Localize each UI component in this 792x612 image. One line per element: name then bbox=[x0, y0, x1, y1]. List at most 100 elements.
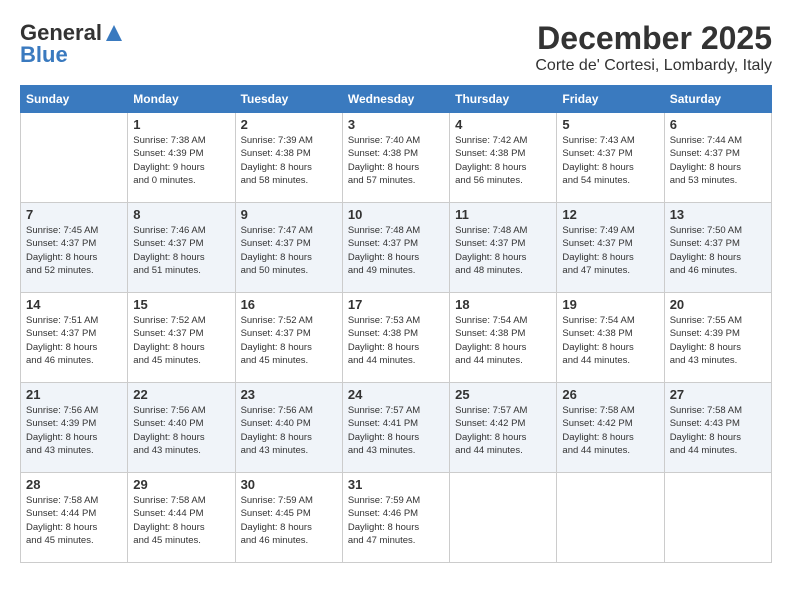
calendar-cell: 28Sunrise: 7:58 AMSunset: 4:44 PMDayligh… bbox=[21, 473, 128, 563]
day-number: 17 bbox=[348, 297, 444, 312]
day-detail: Sunrise: 7:48 AMSunset: 4:37 PMDaylight:… bbox=[348, 224, 444, 277]
day-number: 29 bbox=[133, 477, 229, 492]
calendar-cell: 20 Sunrise: 7:55 AMSunset: 4:39 PMDayligh… bbox=[664, 293, 771, 383]
calendar-cell: 16Sunrise: 7:52 AMSunset: 4:37 PMDayligh… bbox=[235, 293, 342, 383]
day-detail: Sunrise: 7:49 AMSunset: 4:37 PMDaylight:… bbox=[562, 224, 658, 277]
day-number: 9 bbox=[241, 207, 337, 222]
calendar-cell: 24 Sunrise: 7:57 AMSunset: 4:41 PMDayligh… bbox=[342, 383, 449, 473]
calendar-cell: 30 Sunrise: 7:59 AMSunset: 4:45 PMDayligh… bbox=[235, 473, 342, 563]
calendar-cell: 17 Sunrise: 7:53 AMSunset: 4:38 PMDayligh… bbox=[342, 293, 449, 383]
calendar-cell: 13 Sunrise: 7:50 AMSunset: 4:37 PMDayligh… bbox=[664, 203, 771, 293]
calendar-cell bbox=[664, 473, 771, 563]
title-block: December 2025 Corte de' Cortesi, Lombard… bbox=[535, 20, 772, 75]
day-number: 31 bbox=[348, 477, 444, 492]
column-header-monday: Monday bbox=[128, 86, 235, 113]
day-detail: Sunrise: 7:43 AMSunset: 4:37 PMDaylight:… bbox=[562, 134, 658, 187]
calendar-cell: 27Sunrise: 7:58 AMSunset: 4:43 PMDayligh… bbox=[664, 383, 771, 473]
calendar-table: SundayMondayTuesdayWednesdayThursdayFrid… bbox=[20, 85, 772, 563]
day-number: 22 bbox=[133, 387, 229, 402]
day-detail: Sunrise: 7:42 AMSunset: 4:38 PMDaylight:… bbox=[455, 134, 551, 187]
column-header-friday: Friday bbox=[557, 86, 664, 113]
calendar-cell: 12 Sunrise: 7:49 AMSunset: 4:37 PMDayligh… bbox=[557, 203, 664, 293]
column-header-tuesday: Tuesday bbox=[235, 86, 342, 113]
day-detail: Sunrise: 7:58 AMSunset: 4:42 PMDaylight:… bbox=[562, 404, 658, 457]
day-number: 23 bbox=[241, 387, 337, 402]
day-number: 27 bbox=[670, 387, 766, 402]
day-number: 28 bbox=[26, 477, 122, 492]
logo-blue: Blue bbox=[20, 42, 68, 68]
logo-icon bbox=[104, 23, 124, 43]
calendar-cell: 21Sunrise: 7:56 AMSunset: 4:39 PMDayligh… bbox=[21, 383, 128, 473]
page-header: General Blue December 2025 Corte de' Cor… bbox=[20, 20, 772, 75]
day-number: 20 bbox=[670, 297, 766, 312]
calendar-cell: 9 Sunrise: 7:47 AMSunset: 4:37 PMDaylight… bbox=[235, 203, 342, 293]
day-number: 14 bbox=[26, 297, 122, 312]
column-header-saturday: Saturday bbox=[664, 86, 771, 113]
day-number: 26 bbox=[562, 387, 658, 402]
day-number: 16 bbox=[241, 297, 337, 312]
calendar-cell: 23 Sunrise: 7:56 AMSunset: 4:40 PMDayligh… bbox=[235, 383, 342, 473]
calendar-cell: 18 Sunrise: 7:54 AMSunset: 4:38 PMDayligh… bbox=[450, 293, 557, 383]
day-number: 19 bbox=[562, 297, 658, 312]
calendar-cell: 10 Sunrise: 7:48 AMSunset: 4:37 PMDayligh… bbox=[342, 203, 449, 293]
logo: General Blue bbox=[20, 20, 124, 68]
day-number: 6 bbox=[670, 117, 766, 132]
calendar-cell: 31 Sunrise: 7:59 AMSunset: 4:46 PMDayligh… bbox=[342, 473, 449, 563]
calendar-cell: 5 Sunrise: 7:43 AMSunset: 4:37 PMDaylight… bbox=[557, 113, 664, 203]
day-number: 10 bbox=[348, 207, 444, 222]
day-number: 7 bbox=[26, 207, 122, 222]
day-detail: Sunrise: 7:56 AMSunset: 4:40 PMDaylight:… bbox=[241, 404, 337, 457]
day-number: 8 bbox=[133, 207, 229, 222]
day-detail: Sunrise: 7:47 AMSunset: 4:37 PMDaylight:… bbox=[241, 224, 337, 277]
day-detail: Sunrise: 7:52 AMSunset: 4:37 PMDaylight:… bbox=[133, 314, 229, 367]
day-number: 4 bbox=[455, 117, 551, 132]
calendar-cell bbox=[450, 473, 557, 563]
day-detail: Sunrise: 7:50 AMSunset: 4:37 PMDaylight:… bbox=[670, 224, 766, 277]
day-detail: Sunrise: 7:54 AMSunset: 4:38 PMDaylight:… bbox=[455, 314, 551, 367]
calendar-week-row: 14Sunrise: 7:51 AMSunset: 4:37 PMDayligh… bbox=[21, 293, 772, 383]
day-detail: Sunrise: 7:57 AMSunset: 4:42 PMDaylight:… bbox=[455, 404, 551, 457]
day-detail: Sunrise: 7:54 AMSunset: 4:38 PMDaylight:… bbox=[562, 314, 658, 367]
calendar-body: 1 Sunrise: 7:38 AMSunset: 4:39 PMDaylight… bbox=[21, 113, 772, 563]
day-number: 13 bbox=[670, 207, 766, 222]
day-detail: Sunrise: 7:40 AMSunset: 4:38 PMDaylight:… bbox=[348, 134, 444, 187]
calendar-week-row: 7Sunrise: 7:45 AMSunset: 4:37 PMDaylight… bbox=[21, 203, 772, 293]
calendar-header-row: SundayMondayTuesdayWednesdayThursdayFrid… bbox=[21, 86, 772, 113]
calendar-cell: 25Sunrise: 7:57 AMSunset: 4:42 PMDayligh… bbox=[450, 383, 557, 473]
day-detail: Sunrise: 7:59 AMSunset: 4:46 PMDaylight:… bbox=[348, 494, 444, 547]
calendar-cell: 19 Sunrise: 7:54 AMSunset: 4:38 PMDayligh… bbox=[557, 293, 664, 383]
day-detail: Sunrise: 7:39 AMSunset: 4:38 PMDaylight:… bbox=[241, 134, 337, 187]
day-number: 15 bbox=[133, 297, 229, 312]
day-detail: Sunrise: 7:56 AMSunset: 4:40 PMDaylight:… bbox=[133, 404, 229, 457]
day-number: 1 bbox=[133, 117, 229, 132]
day-detail: Sunrise: 7:57 AMSunset: 4:41 PMDaylight:… bbox=[348, 404, 444, 457]
month-title: December 2025 bbox=[535, 20, 772, 57]
calendar-week-row: 28Sunrise: 7:58 AMSunset: 4:44 PMDayligh… bbox=[21, 473, 772, 563]
calendar-cell: 3 Sunrise: 7:40 AMSunset: 4:38 PMDaylight… bbox=[342, 113, 449, 203]
day-number: 30 bbox=[241, 477, 337, 492]
day-number: 2 bbox=[241, 117, 337, 132]
column-header-sunday: Sunday bbox=[21, 86, 128, 113]
day-detail: Sunrise: 7:55 AMSunset: 4:39 PMDaylight:… bbox=[670, 314, 766, 367]
calendar-cell: 6 Sunrise: 7:44 AMSunset: 4:37 PMDaylight… bbox=[664, 113, 771, 203]
day-detail: Sunrise: 7:44 AMSunset: 4:37 PMDaylight:… bbox=[670, 134, 766, 187]
location-title: Corte de' Cortesi, Lombardy, Italy bbox=[535, 57, 772, 75]
day-detail: Sunrise: 7:38 AMSunset: 4:39 PMDaylight:… bbox=[133, 134, 229, 187]
day-detail: Sunrise: 7:53 AMSunset: 4:38 PMDaylight:… bbox=[348, 314, 444, 367]
calendar-cell: 1 Sunrise: 7:38 AMSunset: 4:39 PMDaylight… bbox=[128, 113, 235, 203]
calendar-week-row: 1 Sunrise: 7:38 AMSunset: 4:39 PMDaylight… bbox=[21, 113, 772, 203]
day-number: 3 bbox=[348, 117, 444, 132]
day-number: 18 bbox=[455, 297, 551, 312]
calendar-cell: 15 Sunrise: 7:52 AMSunset: 4:37 PMDayligh… bbox=[128, 293, 235, 383]
day-detail: Sunrise: 7:59 AMSunset: 4:45 PMDaylight:… bbox=[241, 494, 337, 547]
day-number: 11 bbox=[455, 207, 551, 222]
day-number: 12 bbox=[562, 207, 658, 222]
calendar-week-row: 21Sunrise: 7:56 AMSunset: 4:39 PMDayligh… bbox=[21, 383, 772, 473]
calendar-cell: 26 Sunrise: 7:58 AMSunset: 4:42 PMDayligh… bbox=[557, 383, 664, 473]
day-number: 24 bbox=[348, 387, 444, 402]
calendar-cell bbox=[21, 113, 128, 203]
day-number: 5 bbox=[562, 117, 658, 132]
calendar-cell: 22 Sunrise: 7:56 AMSunset: 4:40 PMDayligh… bbox=[128, 383, 235, 473]
calendar-cell: 4 Sunrise: 7:42 AMSunset: 4:38 PMDaylight… bbox=[450, 113, 557, 203]
calendar-cell: 2 Sunrise: 7:39 AMSunset: 4:38 PMDaylight… bbox=[235, 113, 342, 203]
